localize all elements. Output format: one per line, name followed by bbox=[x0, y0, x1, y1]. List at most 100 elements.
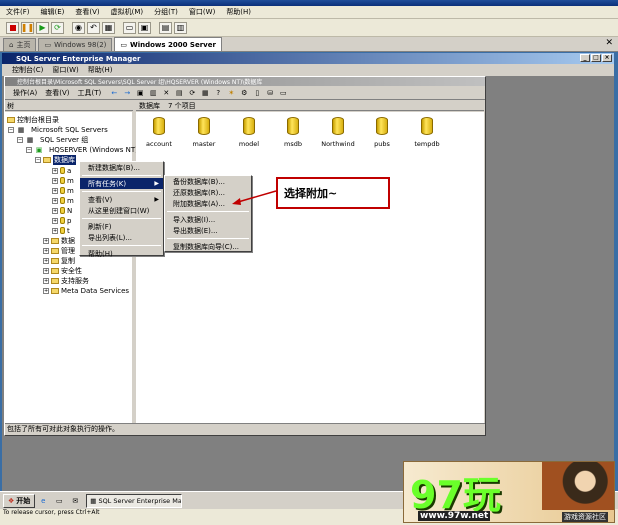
expand-icon[interactable]: + bbox=[52, 197, 58, 204]
tree-db-stub[interactable]: + a bbox=[52, 166, 71, 175]
tree-db-stub[interactable]: + m bbox=[52, 186, 74, 195]
collapse-icon[interactable]: − bbox=[8, 126, 14, 133]
outlook-icon[interactable]: ✉ bbox=[70, 496, 80, 506]
snapshot-icon[interactable]: ◉ bbox=[72, 21, 85, 34]
vm-menu-file[interactable]: 文件(F) bbox=[6, 7, 30, 17]
list-item[interactable]: pubs bbox=[362, 117, 402, 148]
quick-switch-icon[interactable]: ▣ bbox=[138, 21, 151, 34]
tree-db-stub[interactable]: + t bbox=[52, 226, 70, 235]
show-desktop-icon[interactable]: ▭ bbox=[54, 496, 64, 506]
list-item[interactable]: master bbox=[184, 117, 224, 148]
tab-home[interactable]: ⌂ 主页 bbox=[3, 38, 37, 51]
collapse-icon[interactable]: − bbox=[26, 146, 32, 153]
menu-item-export-list[interactable]: 导出列表(L)... bbox=[80, 232, 163, 243]
tree-item-support-services[interactable]: + 支持服务 bbox=[43, 276, 89, 285]
menu-item-all-tasks[interactable]: 所有任务(K) ▶ bbox=[80, 178, 163, 189]
tree-pane[interactable]: 控制台根目录 − ▦ Microsoft SQL Servers − ▦ SQL Ser… bbox=[5, 112, 138, 423]
expand-icon[interactable]: + bbox=[43, 237, 49, 244]
vm-menu-edit[interactable]: 编辑(E) bbox=[41, 7, 65, 17]
menu-item-help[interactable]: 帮助(H) bbox=[80, 248, 163, 259]
menu-item-view[interactable]: 查看(V) ▶ bbox=[80, 194, 163, 205]
menu-item-refresh[interactable]: 刷新(F) bbox=[80, 221, 163, 232]
forward-icon[interactable]: → bbox=[122, 88, 132, 98]
fullscreen-icon[interactable]: ▭ bbox=[123, 21, 136, 34]
menu-item-copy-database-wizard[interactable]: 复制数据库向导(C)... bbox=[165, 241, 251, 252]
list-item[interactable]: account bbox=[139, 117, 179, 148]
menu-item-new-window[interactable]: 从这里创建窗口(W) bbox=[80, 205, 163, 216]
expand-icon[interactable]: + bbox=[43, 277, 49, 284]
collapse-icon[interactable]: − bbox=[17, 136, 23, 143]
new-icon[interactable]: ▯ bbox=[252, 88, 262, 98]
tree-item-server[interactable]: − ▣ HQSERVER (Windows NT) bbox=[26, 145, 138, 154]
back-icon[interactable]: ← bbox=[109, 88, 119, 98]
tree-item-sql-servers[interactable]: − ▦ Microsoft SQL Servers bbox=[8, 125, 108, 134]
close-tab-icon[interactable]: ✕ bbox=[605, 38, 613, 48]
pause-icon[interactable]: ❚❚ bbox=[21, 21, 34, 34]
expand-icon[interactable]: + bbox=[52, 167, 58, 174]
refresh-icon[interactable]: ⟳ bbox=[187, 88, 197, 98]
mmc-menu-console[interactable]: 控制台(C) bbox=[12, 65, 43, 75]
tree-item-replication[interactable]: + 复制 bbox=[43, 256, 75, 265]
list-item[interactable]: model bbox=[229, 117, 269, 148]
console-icon[interactable]: ▥ bbox=[174, 21, 187, 34]
menu-item-export-data[interactable]: 导出数据(E)... bbox=[165, 225, 251, 236]
run-icon[interactable]: ⚙ bbox=[239, 88, 249, 98]
summary-icon[interactable]: ▤ bbox=[159, 21, 172, 34]
vm-menu-view[interactable]: 查看(V) bbox=[75, 7, 99, 17]
tree-item-security[interactable]: + 安全性 bbox=[43, 266, 82, 275]
minimize-icon[interactable]: _ bbox=[580, 54, 590, 62]
tree-db-stub[interactable]: + m bbox=[52, 176, 74, 185]
delete-icon[interactable]: ✕ bbox=[161, 88, 171, 98]
view-menu[interactable]: 查看(V) bbox=[45, 88, 69, 98]
expand-icon[interactable]: + bbox=[52, 227, 58, 234]
expand-icon[interactable]: + bbox=[52, 207, 58, 214]
menu-item-new-database[interactable]: 新建数据库(B)... bbox=[80, 162, 163, 173]
tab-windows-98[interactable]: ▭ Windows 98(2) bbox=[38, 38, 113, 51]
help-icon[interactable]: ? bbox=[213, 88, 223, 98]
tree-item-root[interactable]: 控制台根目录 bbox=[7, 115, 59, 124]
vm-menu-window[interactable]: 窗口(W) bbox=[189, 7, 215, 17]
snapshot-manager-icon[interactable]: ▦ bbox=[102, 21, 115, 34]
database-list[interactable]: account master model msdb Northwind pubs… bbox=[136, 112, 484, 423]
list-item[interactable]: msdb bbox=[273, 117, 313, 148]
start-button[interactable]: ❖ 开始 bbox=[3, 493, 36, 508]
up-icon[interactable]: ▣ bbox=[135, 88, 145, 98]
expand-icon[interactable]: + bbox=[43, 247, 49, 254]
vm-menu-help[interactable]: 帮助(H) bbox=[226, 7, 251, 17]
menu-item-import-data[interactable]: 导入数据(I)... bbox=[165, 214, 251, 225]
tools-menu[interactable]: 工具(T) bbox=[78, 88, 102, 98]
show-tree-icon[interactable]: ▥ bbox=[148, 88, 158, 98]
tree-item-management[interactable]: + 管理 bbox=[43, 246, 75, 255]
vm-menu-vm[interactable]: 虚拟机(M) bbox=[111, 7, 144, 17]
db-icon[interactable]: ⛁ bbox=[265, 88, 275, 98]
properties-icon[interactable]: ▤ bbox=[174, 88, 184, 98]
expand-icon[interactable]: + bbox=[52, 177, 58, 184]
stop-icon[interactable] bbox=[6, 21, 19, 34]
close-icon[interactable]: × bbox=[602, 54, 612, 62]
expand-icon[interactable]: + bbox=[52, 217, 58, 224]
collapse-icon[interactable]: − bbox=[35, 156, 41, 163]
mmc-menu-window[interactable]: 窗口(W) bbox=[52, 65, 78, 75]
list-item[interactable]: tempdb bbox=[407, 117, 447, 148]
tree-item-data[interactable]: + 数据 bbox=[43, 236, 75, 245]
tab-windows-2000-server[interactable]: ▭ Windows 2000 Server bbox=[114, 37, 222, 51]
tree-db-stub[interactable]: + m bbox=[52, 196, 74, 205]
expand-icon[interactable]: + bbox=[43, 287, 49, 294]
expand-icon[interactable]: + bbox=[43, 257, 49, 264]
export-icon[interactable]: ▦ bbox=[200, 88, 210, 98]
expand-icon[interactable]: + bbox=[52, 187, 58, 194]
revert-icon[interactable]: ↶ bbox=[87, 21, 100, 34]
tree-db-stub[interactable]: + N bbox=[52, 206, 72, 215]
reset-icon[interactable]: ⟳ bbox=[51, 21, 64, 34]
tree-db-stub[interactable]: + p bbox=[52, 216, 71, 225]
maximize-icon[interactable]: □ bbox=[591, 54, 601, 62]
tree-item-databases[interactable]: − 数据库 bbox=[35, 154, 76, 165]
query-icon[interactable]: ▭ bbox=[278, 88, 288, 98]
vm-menu-team[interactable]: 分组(T) bbox=[154, 7, 178, 17]
tree-item-meta-data[interactable]: + Meta Data Services bbox=[43, 286, 129, 295]
mmc-menu-help[interactable]: 帮助(H) bbox=[88, 65, 113, 75]
action-menu[interactable]: 操作(A) bbox=[13, 88, 37, 98]
play-icon[interactable]: ▶ bbox=[36, 21, 49, 34]
list-item[interactable]: Northwind bbox=[318, 117, 358, 148]
internet-explorer-icon[interactable]: e bbox=[38, 496, 48, 506]
